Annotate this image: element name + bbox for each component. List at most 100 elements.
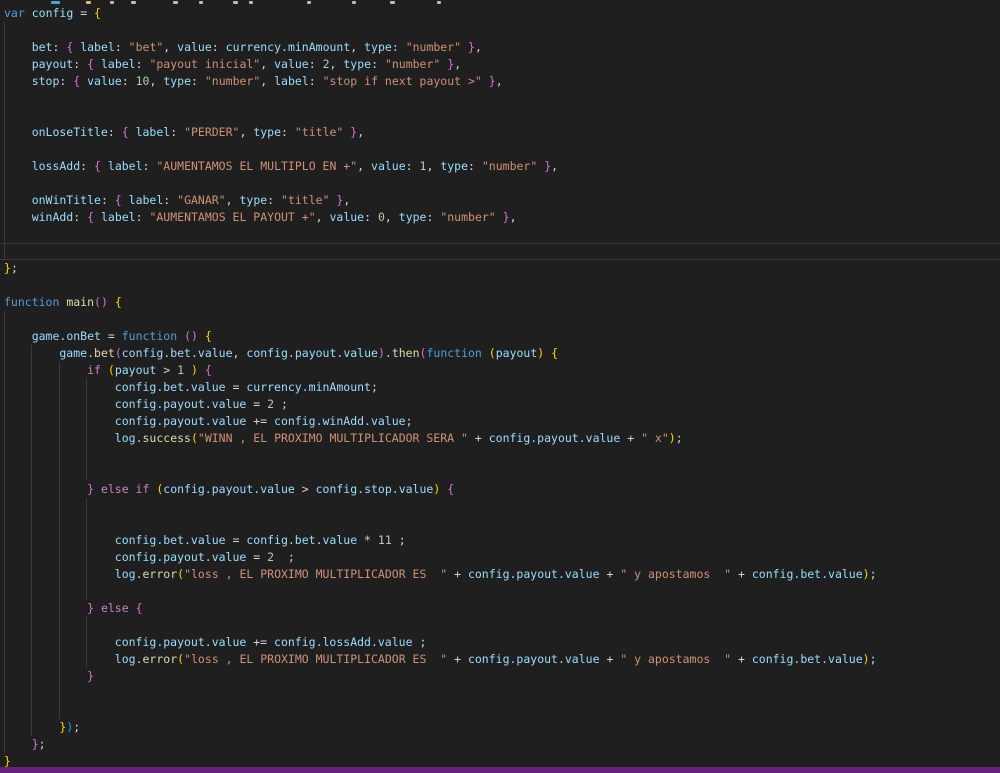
code-token: ;	[406, 414, 413, 428]
code-line[interactable]: function main() {	[0, 294, 1000, 311]
indent-guide	[4, 481, 5, 498]
code-token: )	[378, 346, 385, 360]
code-token: +	[447, 567, 468, 581]
code-token: type	[440, 159, 468, 173]
code-token: currency.minAmount	[246, 380, 371, 394]
code-line[interactable]: onLoseTitle: { label: "PERDER", type: "t…	[0, 124, 1000, 141]
code-line[interactable]	[0, 22, 1000, 39]
code-token: ;	[870, 567, 877, 581]
code-line[interactable]	[0, 141, 1000, 158]
indent-guide	[31, 498, 32, 515]
code-line[interactable]: config.bet.value = currency.minAmount;	[0, 379, 1000, 396]
code-line[interactable]	[0, 277, 1000, 294]
code-token: :	[170, 125, 184, 139]
indent-guide	[59, 362, 60, 379]
indent-guide	[4, 685, 5, 702]
code-token: +	[468, 431, 489, 445]
code-line[interactable]: config.payout.value = 2 ;	[0, 396, 1000, 413]
code-line[interactable]: payout: { label: "payout inicial", value…	[0, 56, 1000, 73]
code-line[interactable]	[0, 685, 1000, 702]
code-line[interactable]	[0, 107, 1000, 124]
code-line[interactable]: lossAdd: { label: "AUMENTAMOS EL MULTIPL…	[0, 158, 1000, 175]
code-token: config.payout.value	[4, 397, 246, 411]
code-line[interactable]	[0, 90, 1000, 107]
indent-guide	[4, 566, 5, 583]
code-line[interactable]	[0, 175, 1000, 192]
code-token: }	[4, 669, 94, 683]
code-editor[interactable]: var config = { bet: { label: "bet", valu…	[0, 0, 1000, 773]
code-line[interactable]: } else if (config.payout.value > config.…	[0, 481, 1000, 498]
code-token: label	[101, 210, 136, 224]
code-token: "GANAR"	[177, 193, 225, 207]
indent-guide	[4, 668, 5, 685]
code-line[interactable]: } else {	[0, 600, 1000, 617]
indent-guide	[4, 192, 5, 209]
code-line[interactable]: }	[0, 668, 1000, 685]
code-token: }	[4, 737, 39, 751]
code-token: {	[447, 482, 454, 496]
code-token: :	[143, 159, 157, 173]
indent-guide	[31, 379, 32, 396]
indent-guide	[4, 209, 5, 226]
code-line[interactable]: };	[0, 736, 1000, 753]
code-token: config.bet.value	[752, 652, 863, 666]
code-token: ,	[239, 125, 253, 139]
code-line[interactable]: log.error("loss , EL PROXIMO MULTIPLICAD…	[0, 566, 1000, 583]
code-line[interactable]: winAdd: { label: "AUMENTAMOS EL PAYOUT +…	[0, 209, 1000, 226]
code-line[interactable]	[0, 311, 1000, 328]
indent-guide	[4, 736, 5, 753]
code-line[interactable]: log.success("WINN , EL PROXIMO MULTIPLIC…	[0, 430, 1000, 447]
code-line[interactable]: log.error("loss , EL PROXIMO MULTIPLICAD…	[0, 651, 1000, 668]
code-line[interactable]: config.payout.value += config.lossAdd.va…	[0, 634, 1000, 651]
code-token: config.payout.value	[246, 346, 378, 360]
current-line-highlight[interactable]	[0, 243, 1000, 260]
indent-guide	[4, 464, 5, 481]
code-token: "number"	[406, 40, 461, 54]
code-token: config.payout.value	[4, 635, 246, 649]
indent-guide	[31, 668, 32, 685]
code-line[interactable]: };	[0, 260, 1000, 277]
code-line[interactable]: bet: { label: "bet", value: currency.min…	[0, 39, 1000, 56]
code-line[interactable]: config.payout.value += config.winAdd.val…	[0, 413, 1000, 430]
code-line[interactable]: });	[0, 719, 1000, 736]
code-line[interactable]	[0, 617, 1000, 634]
code-token: type	[399, 210, 427, 224]
indent-guide	[31, 515, 32, 532]
code-line[interactable]: game.onBet = function () {	[0, 328, 1000, 345]
code-token: "PERDER"	[184, 125, 239, 139]
code-line[interactable]: config.payout.value = 2 ;	[0, 549, 1000, 566]
code-token: value	[274, 57, 309, 71]
code-line[interactable]	[0, 515, 1000, 532]
code-line[interactable]	[0, 583, 1000, 600]
indent-guide	[4, 515, 5, 532]
code-token: +=	[246, 635, 274, 649]
code-token: function	[4, 295, 59, 309]
code-token: (	[191, 431, 198, 445]
code-token: }	[330, 193, 344, 207]
code-token: "loss , EL PROXIMO MULTIPLICADOR ES "	[184, 567, 447, 581]
code-token: main	[66, 295, 94, 309]
code-token: >	[156, 363, 177, 377]
indent-guide	[86, 532, 87, 549]
indent-guide	[4, 430, 5, 447]
code-line[interactable]: game.bet(config.bet.value, config.payout…	[0, 345, 1000, 362]
indent-guide	[4, 345, 5, 362]
code-token: :	[101, 193, 115, 207]
code-token: config.payout.value	[468, 652, 600, 666]
code-token: "bet"	[129, 40, 164, 54]
code-token: :	[191, 74, 205, 88]
code-line[interactable]: onWinTitle: { label: "GANAR", type: "tit…	[0, 192, 1000, 209]
code-line[interactable]	[0, 447, 1000, 464]
code-line[interactable]: stop: { value: 10, type: "number", label…	[0, 73, 1000, 90]
code-line[interactable]	[0, 226, 1000, 243]
code-token: ,	[475, 40, 482, 54]
code-token: ,	[551, 159, 558, 173]
code-line[interactable]: var config = {	[0, 5, 1000, 22]
indent-guide	[4, 702, 5, 719]
code-line[interactable]	[0, 498, 1000, 515]
code-line[interactable]	[0, 464, 1000, 481]
code-line[interactable]: config.bet.value = config.bet.value * 11…	[0, 532, 1000, 549]
code-token	[198, 329, 205, 343]
code-line[interactable]: if (payout > 1 ) {	[0, 362, 1000, 379]
code-line[interactable]	[0, 702, 1000, 719]
